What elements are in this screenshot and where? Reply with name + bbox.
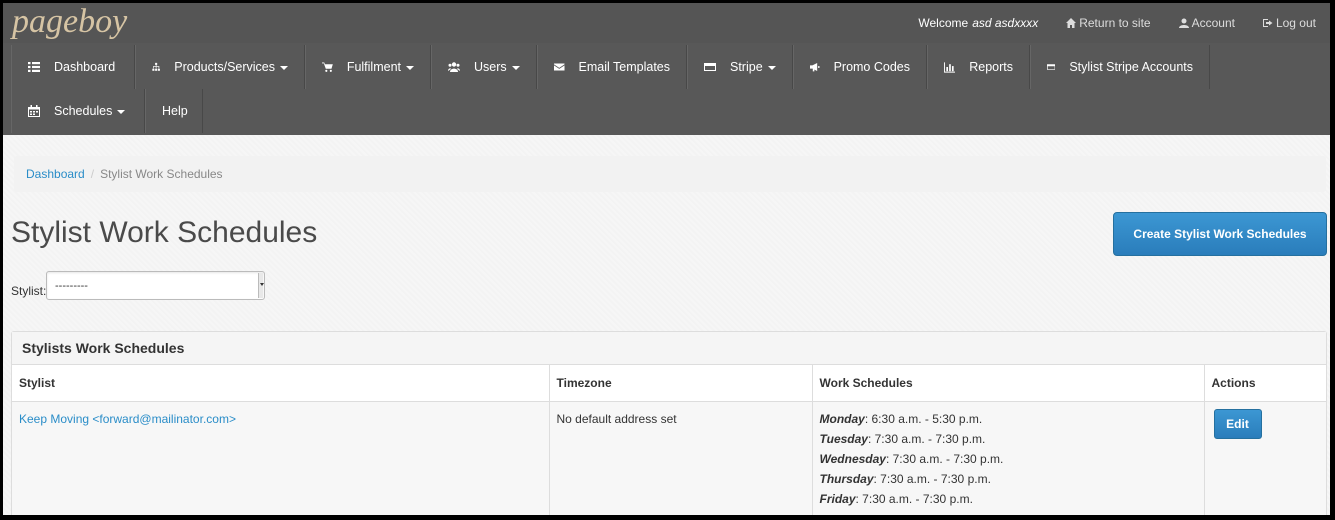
nav-label: Products/Services: [174, 60, 275, 74]
calendar-icon: [28, 105, 40, 117]
user-name: asd asdxxxx: [972, 16, 1039, 30]
users-icon: [448, 62, 460, 72]
schedule-line: Wednesday: 7:30 a.m. - 7:30 p.m.: [820, 449, 1197, 469]
list-icon: [28, 62, 40, 72]
home-icon: [1066, 18, 1077, 28]
cell-timezone: No default address set: [549, 401, 813, 515]
schedule-hours: : 7:30 a.m. - 7:30 p.m.: [855, 491, 973, 506]
nav-item-schedules[interactable]: Schedules: [11, 89, 145, 133]
stylist-link[interactable]: Keep Moving <forward@mailinator.com>: [19, 412, 236, 426]
nav-item-users[interactable]: Users: [431, 45, 537, 89]
nav-row-1: Dashboard Products/Services Fulfilment U…: [11, 45, 1210, 89]
bullhorn-icon: [810, 63, 820, 72]
schedule-day: Wednesday: [819, 451, 886, 466]
sitemap-icon: [152, 62, 160, 71]
schedule-line: Friday: 7:30 a.m. - 7:30 p.m.: [820, 489, 1197, 509]
bar-chart-icon: [944, 62, 956, 73]
breadcrumb-separator: /: [90, 167, 95, 181]
nav-item-stripe[interactable]: Stripe: [687, 45, 793, 89]
nav-item-fulfilment[interactable]: Fulfilment: [305, 45, 431, 89]
schedule-line: Monday: 6:30 a.m. - 5:30 p.m.: [820, 409, 1197, 429]
work-schedules-panel: Stylists Work Schedules Stylist Timezone…: [11, 331, 1327, 515]
logout-link[interactable]: Log out: [1262, 16, 1316, 30]
nav-label: Fulfilment: [346, 60, 401, 74]
cell-stylist: Keep Moving <forward@mailinator.com>: [12, 401, 550, 515]
page-frame: pageboy Welcome asd asdxxxx Return to si…: [3, 3, 1330, 515]
table-header-row: Stylist Timezone Work Schedules Actions: [12, 365, 1326, 402]
schedule-hours: : 7:30 a.m. - 7:30 p.m.: [867, 431, 986, 446]
column-header-work-schedules[interactable]: Work Schedules: [812, 365, 1205, 402]
select-arrow-icon: [258, 273, 264, 298]
user-icon: [1178, 18, 1189, 28]
nav-label: Promo Codes: [833, 60, 910, 74]
nav-label: Stripe: [730, 60, 763, 74]
schedule-day: Tuesday: [819, 431, 868, 446]
nav-item-help[interactable]: Help: [145, 89, 203, 133]
top-links: Welcome asd asdxxxx Return to site Accou…: [918, 13, 1316, 33]
column-header-stylist[interactable]: Stylist: [12, 365, 550, 402]
stylist-filter-value: ---------: [55, 279, 88, 292]
nav-item-products-services[interactable]: Products/Services: [135, 45, 305, 89]
schedule-day: Thursday: [819, 471, 874, 486]
nav-label: Reports: [969, 60, 1013, 74]
schedule-hours: : 7:30 a.m. - 7:30 p.m.: [885, 451, 1004, 466]
account-link[interactable]: Account: [1178, 16, 1235, 30]
nav-item-promo-codes[interactable]: Promo Codes: [793, 45, 927, 89]
create-stylist-work-schedules-button[interactable]: Create Stylist Work Schedules: [1113, 212, 1327, 256]
nav-item-stylist-stripe-accounts[interactable]: Stylist Stripe Accounts: [1030, 45, 1210, 89]
table-row: Keep Moving <forward@mailinator.com> No …: [12, 401, 1326, 515]
work-schedules-table: Stylist Timezone Work Schedules Actions …: [12, 365, 1326, 515]
nav-label: Email Templates: [578, 60, 670, 74]
schedule-day: Monday: [819, 411, 865, 426]
nav-item-email-templates[interactable]: Email Templates: [537, 45, 687, 89]
cart-icon: [322, 62, 333, 72]
schedule-day: Friday: [819, 491, 856, 506]
nav-label: Dashboard: [54, 60, 116, 74]
credit-card-icon: [704, 63, 716, 71]
breadcrumb: Dashboard / Stylist Work Schedules: [14, 156, 1326, 192]
sign-out-icon: [1262, 19, 1273, 27]
pageboy-logo[interactable]: pageboy: [12, 3, 127, 41]
credit-card-icon: [1047, 64, 1056, 70]
edit-button[interactable]: Edit: [1213, 408, 1262, 439]
schedule-line: Tuesday: 7:30 a.m. - 7:30 p.m.: [820, 429, 1197, 449]
main-navigation: Dashboard Products/Services Fulfilment U…: [3, 43, 1330, 135]
schedule-hours: : 7:30 a.m. - 7:30 p.m.: [873, 471, 991, 486]
schedule-line: Thursday: 7:30 a.m. - 7:30 p.m.: [820, 469, 1197, 489]
logout-label: Log out: [1275, 16, 1316, 30]
nav-label: Help: [162, 104, 188, 118]
breadcrumb-current: Stylist Work Schedules: [100, 167, 223, 181]
stylist-filter-label: Stylist:: [11, 284, 47, 298]
nav-item-reports[interactable]: Reports: [927, 45, 1030, 89]
top-bar: pageboy Welcome asd asdxxxx Return to si…: [3, 3, 1330, 43]
nav-item-dashboard[interactable]: Dashboard: [11, 45, 135, 89]
nav-label: Schedules: [54, 104, 113, 118]
caret-down-icon: [767, 66, 776, 70]
envelope-icon: [554, 63, 565, 71]
nav-label: Stylist Stripe Accounts: [1069, 60, 1193, 74]
return-to-site-label: Return to site: [1079, 16, 1151, 30]
cell-work-schedules: Monday: 6:30 a.m. - 5:30 p.m. Tuesday: 7…: [812, 401, 1205, 515]
column-header-actions: Actions: [1204, 365, 1326, 402]
nav-label: Users: [474, 60, 507, 74]
cell-actions: Edit: [1204, 401, 1326, 515]
caret-down-icon: [280, 66, 288, 70]
schedule-hours: : 6:30 a.m. - 5:30 p.m.: [864, 411, 983, 426]
stylist-filter-select[interactable]: ---------: [46, 271, 265, 300]
page-title: Stylist Work Schedules: [11, 216, 318, 249]
nav-row-2: Schedules Help: [11, 89, 203, 133]
breadcrumb-dashboard-link[interactable]: Dashboard: [26, 167, 85, 181]
panel-title: Stylists Work Schedules: [12, 332, 1326, 365]
column-header-timezone[interactable]: Timezone: [549, 365, 813, 402]
caret-down-icon: [511, 66, 520, 70]
return-to-site-link[interactable]: Return to site: [1066, 16, 1151, 30]
account-label: Account: [1191, 16, 1235, 30]
caret-down-icon: [406, 66, 414, 70]
caret-down-icon: [117, 110, 126, 114]
welcome-prefix: Welcome: [918, 16, 969, 30]
welcome-text: Welcome asd asdxxxx: [918, 16, 1038, 30]
